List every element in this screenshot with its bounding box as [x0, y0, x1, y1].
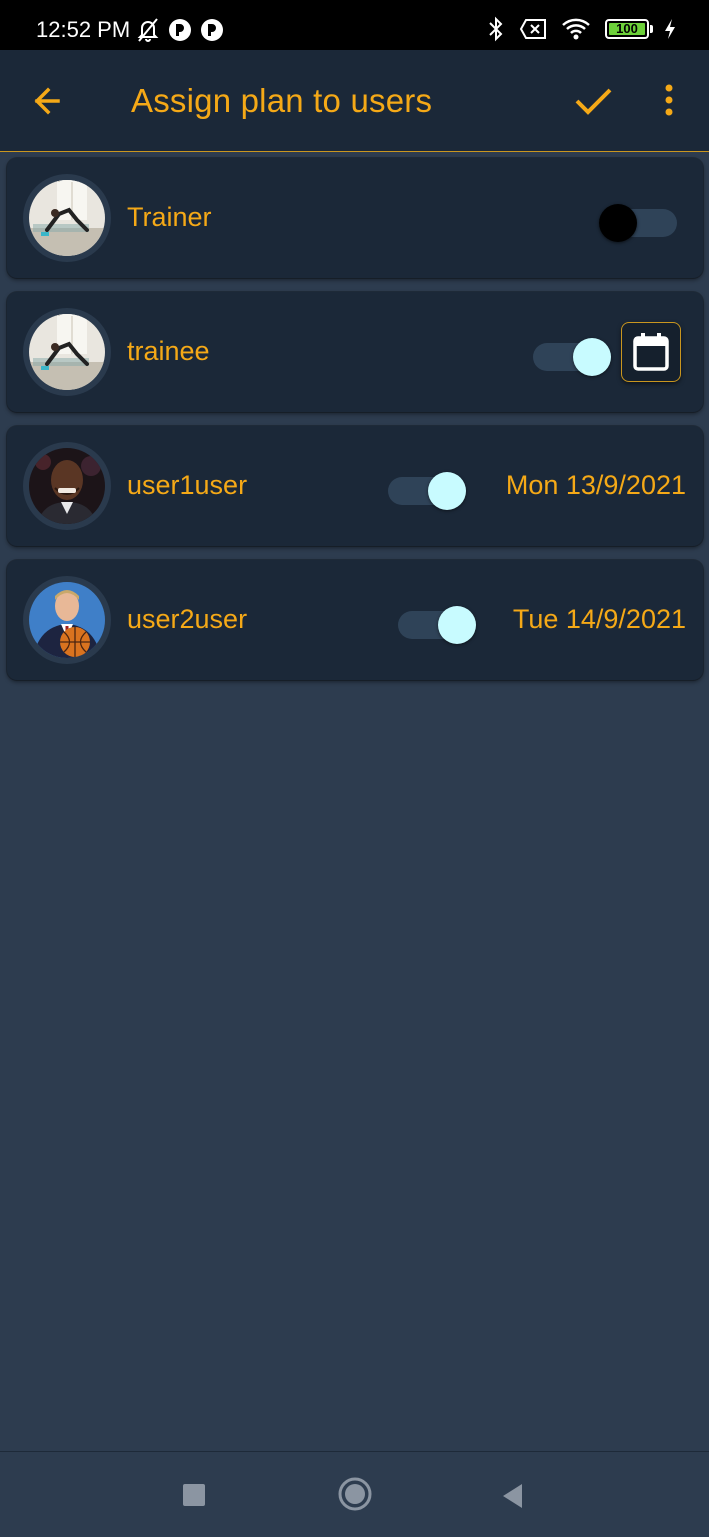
user-name: user1user: [127, 470, 248, 500]
toggle-thumb: [428, 472, 466, 510]
start-date[interactable]: Mon 13/9/2021: [506, 470, 686, 501]
calendar-button[interactable]: [621, 322, 681, 382]
battery-icon: 100: [605, 19, 653, 39]
assign-toggle[interactable]: [388, 464, 468, 510]
user-card: user1user Mon 13/9/2021: [7, 426, 703, 546]
battery-level: 100: [616, 21, 638, 36]
wifi-icon: [562, 18, 590, 40]
toggle-thumb: [599, 204, 637, 242]
more-options-button[interactable]: [655, 82, 683, 120]
confirm-button[interactable]: [572, 83, 614, 119]
home-circle-icon: [338, 1477, 372, 1511]
recents-square-icon: [183, 1484, 205, 1506]
status-bar: 12:52 PM 100: [0, 0, 709, 50]
user-card: trainee: [7, 292, 703, 412]
toggle-thumb: [573, 338, 611, 376]
back-nav-button[interactable]: [500, 1482, 526, 1510]
assign-toggle[interactable]: [599, 196, 679, 242]
status-right-icons: 100: [487, 14, 677, 44]
basketball-portrait-photo: [29, 582, 105, 658]
toggle-thumb: [438, 606, 476, 644]
app-notification-icon: [201, 19, 223, 41]
page-title: Assign plan to users: [131, 82, 433, 119]
portrait-photo: [29, 448, 105, 524]
assign-toggle[interactable]: [533, 330, 613, 376]
calendar-icon: [633, 333, 669, 371]
app-bar: Assign plan to users: [0, 50, 709, 152]
workout-photo: [29, 314, 105, 390]
assign-toggle[interactable]: [398, 598, 478, 644]
avatar: [23, 174, 111, 262]
bluetooth-icon: [489, 16, 503, 42]
avatar: [23, 442, 111, 530]
charging-icon: [665, 19, 675, 39]
system-nav-bar: [0, 1451, 709, 1537]
user-name: Trainer: [127, 202, 212, 232]
back-button[interactable]: [28, 82, 70, 120]
sim-blocked-icon: [519, 19, 546, 39]
app-notification-icon: [169, 19, 191, 41]
status-left-icons: [136, 16, 224, 44]
status-time: 12:52 PM: [36, 17, 131, 42]
home-button[interactable]: [337, 1476, 373, 1512]
more-vert-icon: [665, 84, 673, 116]
user-name: user2user: [127, 604, 248, 634]
user-name: trainee: [127, 336, 210, 366]
workout-photo: [29, 180, 105, 256]
mute-bell-icon: [137, 18, 159, 42]
avatar: [23, 576, 111, 664]
user-card: user2user Tue 14/9/2021: [7, 560, 703, 680]
user-card: Trainer: [7, 158, 703, 278]
avatar: [23, 308, 111, 396]
recents-button[interactable]: [182, 1483, 206, 1507]
back-triangle-icon: [503, 1484, 522, 1508]
start-date[interactable]: Tue 14/9/2021: [513, 604, 686, 635]
check-icon: [575, 88, 612, 115]
arrow-left-icon: [34, 87, 60, 115]
